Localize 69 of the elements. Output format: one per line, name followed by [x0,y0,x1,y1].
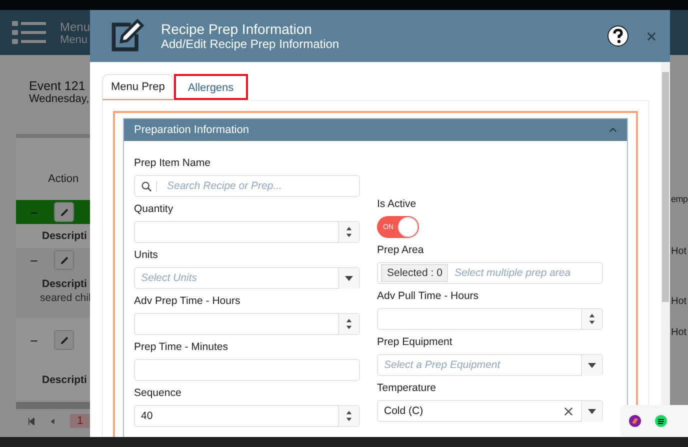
first-page-icon[interactable] [28,418,35,424]
field-label: Prep Time - Minutes [134,341,229,353]
event-title: Event 121 [29,79,86,93]
column-header: emp [671,194,688,204]
pencil-icon [58,254,70,266]
column-header: Action [48,173,79,185]
placeholder-text: Select a Prep Equipment [383,359,500,371]
multiselect-field[interactable]: Selected : 0 Select multiple prep area [377,262,603,284]
section-title: Preparation Information [134,124,249,136]
field-label: Prep Equipment [377,336,454,348]
app-title: Menu [60,20,90,34]
field-label: Prep Item Name [134,157,212,169]
description-label: Descripti [42,374,87,386]
pencil-icon [58,334,70,346]
field-label: Prep Area [377,244,425,256]
spinner-icon[interactable] [338,222,359,242]
placeholder-text: Search Recipe or Prep... [166,180,282,192]
edit-button[interactable] [54,250,74,270]
search-icon [141,180,157,192]
field-value: 40 [140,410,154,422]
clear-icon[interactable] [564,406,573,416]
previous-page-icon[interactable] [49,418,56,424]
pencil-icon [58,206,70,218]
field-value: Cold (C) [383,405,424,417]
field-label: Adv Prep Time - Hours [134,295,242,307]
event-date: Wednesday, [29,93,90,105]
menu-icon[interactable] [12,20,46,46]
collapse-toggle[interactable]: – [20,333,48,347]
description-label: Descripti [42,230,87,242]
field-label: Is Active [377,198,418,210]
number-field[interactable] [134,221,360,243]
number-field[interactable] [377,308,603,330]
text-field[interactable] [134,359,360,381]
number-field[interactable] [134,313,360,335]
spinner-icon[interactable] [338,314,359,334]
spinner-icon[interactable] [338,406,359,426]
app-subtitle: Menu [60,34,89,46]
field-label: Adv Pull Time - Hours [377,290,480,302]
dialog-title: Recipe Prep Information [161,21,313,37]
placeholder-text: Select Units [140,272,198,284]
field-label: Temperature [377,382,437,394]
selected-count: Selected : 0 [381,264,448,282]
dropdown-field[interactable]: Cold (C) [377,400,603,422]
spinner-icon[interactable] [581,309,602,329]
table-cell: Hot [671,296,687,307]
table-row[interactable]: – Descripti [16,328,90,386]
field-label: Sequence [134,387,182,399]
field-label: Quantity [134,203,174,215]
collapse-toggle[interactable]: – [20,253,48,267]
dialog-subtitle: Add/Edit Recipe Prep Information [161,37,340,51]
app-icon[interactable] [654,414,668,428]
horizontal-scrollbar[interactable] [16,402,90,409]
help-icon[interactable] [607,25,629,47]
section-header[interactable]: Preparation Information [124,119,627,141]
description-label: Descripti [42,278,87,290]
tab[interactable]: Menu Prep [102,74,174,100]
placeholder-text: Select multiple prep area [453,267,571,279]
description-text: seared chil [40,292,91,304]
app-icon[interactable] [628,414,642,428]
field-label: Units [134,249,159,261]
number-field[interactable]: 40 [134,405,360,427]
close-icon[interactable] [647,32,656,40]
tab[interactable]: Allergens [174,74,248,100]
caret-icon[interactable] [609,127,617,133]
table-cell: Hot [671,327,687,338]
edit-button[interactable] [54,202,74,222]
table-row[interactable]: – Descripti seared chil [16,248,90,318]
edit-button[interactable] [54,330,74,350]
table-cell: Hot [671,246,687,257]
